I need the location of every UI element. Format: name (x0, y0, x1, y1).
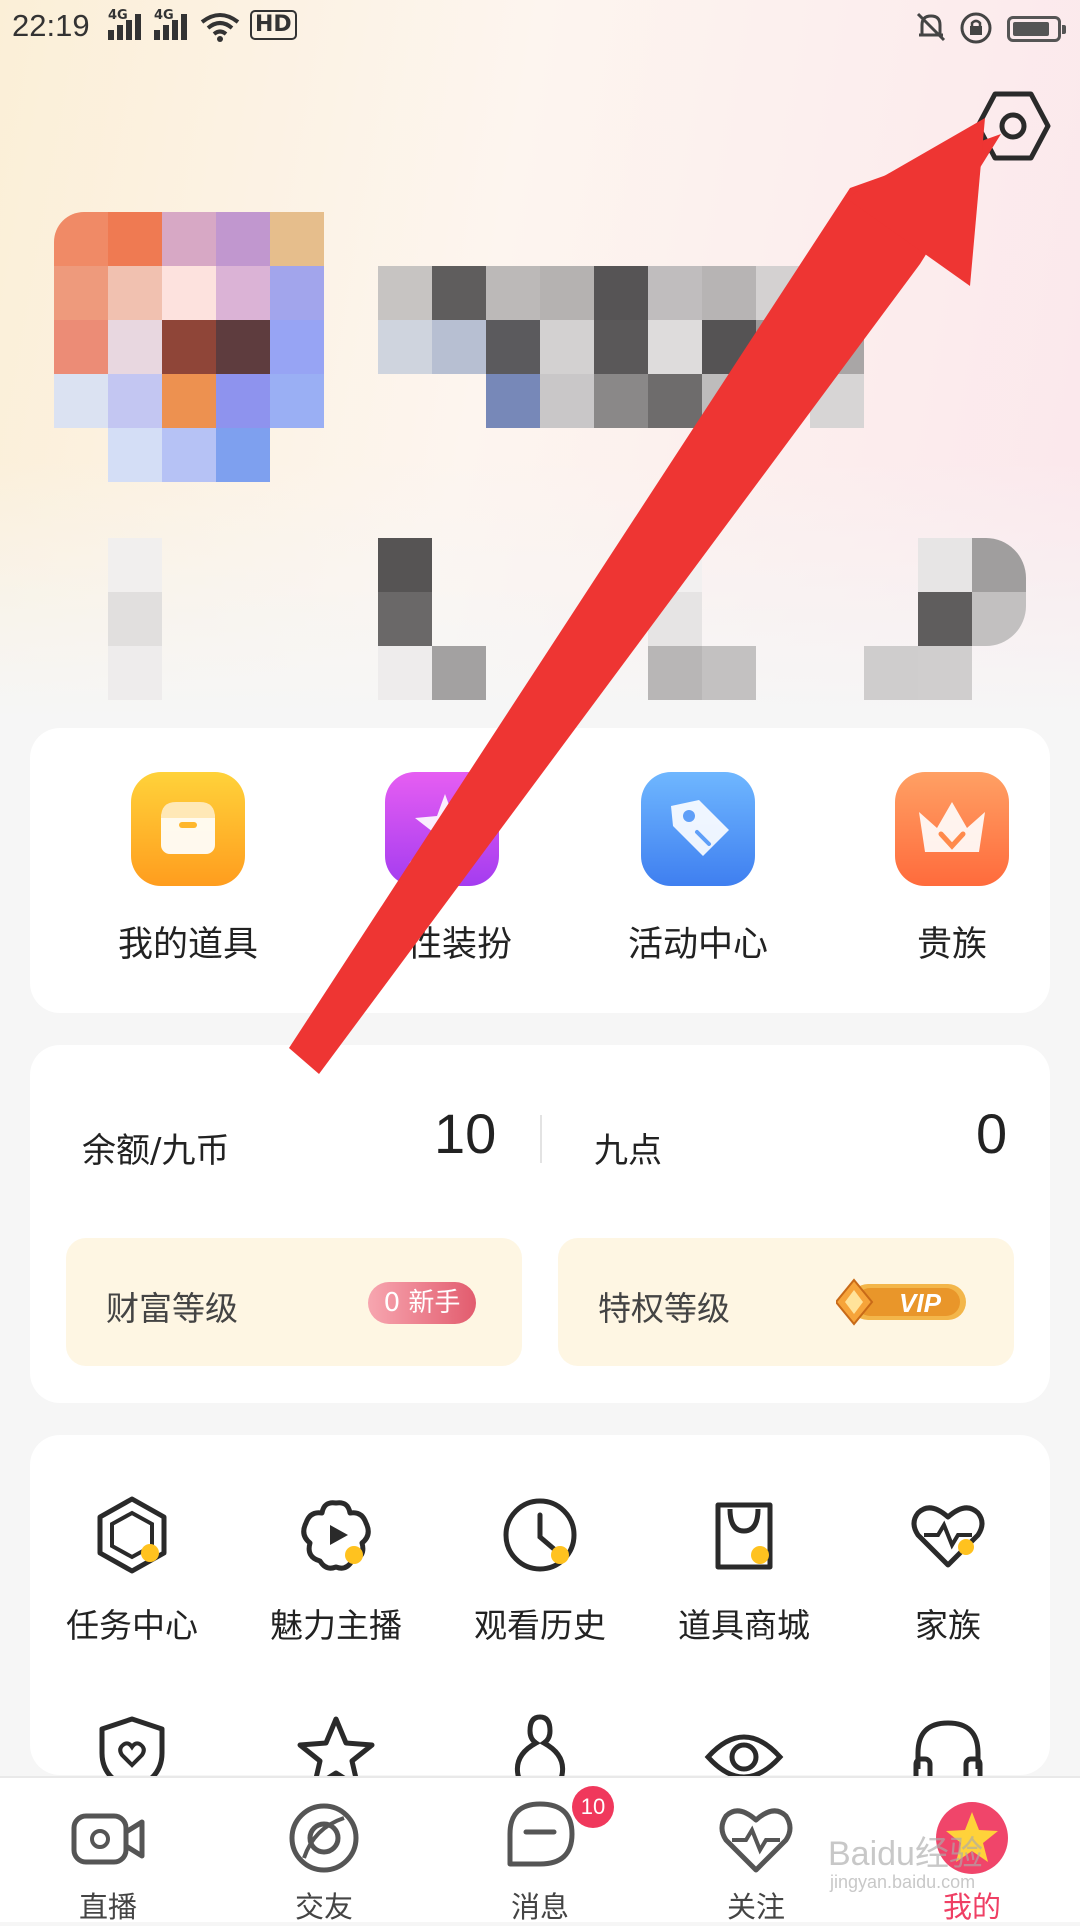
wealth-level-label: 财富等级 (106, 1289, 238, 1328)
clock-icon (500, 1495, 580, 1575)
wealth-level-box[interactable]: 财富等级 0 新手 (66, 1238, 522, 1366)
feature-label: 观看历史 (474, 1606, 606, 1645)
shopping-bag-icon (704, 1495, 784, 1575)
signal-icon: 4G (154, 8, 194, 40)
unread-badge: 10 (572, 1786, 614, 1828)
quick-action-my-props[interactable]: 我的道具 (68, 772, 308, 967)
quick-action-dress-up[interactable]: 个性装扮 (322, 772, 562, 967)
wallet-card: 余额/九币 10 九点 0 财富等级 0 新手 特权等级 VIP (30, 1045, 1050, 1403)
wealth-level-badge: 0 新手 (368, 1282, 476, 1324)
feature-task-center[interactable]: 任务中心 (30, 1495, 234, 1647)
username (378, 266, 918, 430)
tab-friends[interactable]: 交友 (216, 1778, 432, 1924)
profile-stats[interactable] (108, 538, 1028, 700)
wifi-icon (200, 13, 240, 42)
heart-pulse-icon (908, 1495, 988, 1575)
svg-text:VIP: VIP (899, 1288, 942, 1318)
quick-action-label: 我的道具 (117, 925, 258, 965)
crown-icon (895, 772, 1009, 886)
feature-watch-history[interactable]: 观看历史 (438, 1495, 642, 1647)
message-icon (507, 1801, 575, 1867)
feature-family[interactable]: 家族 (846, 1495, 1050, 1647)
task-hexagon-icon (92, 1495, 172, 1575)
feature-props-mall[interactable]: 道具商城 (642, 1495, 846, 1647)
camera-icon (71, 1813, 145, 1865)
baidu-watermark-url: jingyan.baidu.com (830, 1872, 976, 1892)
points-label: 九点 (594, 1131, 662, 1171)
quick-action-nobility[interactable]: 贵族 (832, 772, 1072, 967)
notification-dot (491, 772, 511, 792)
status-bar: 22:19 4G 4G HD (0, 0, 1080, 56)
rotation-lock-icon (960, 12, 992, 44)
avatar[interactable] (54, 212, 324, 482)
hd-icon: HD (250, 10, 297, 40)
signal-icon: 4G (108, 8, 148, 40)
charm-anchor-icon (296, 1495, 376, 1575)
quick-action-activity-center[interactable]: 活动中心 (578, 772, 818, 967)
tab-live[interactable]: 直播 (0, 1778, 216, 1924)
magic-wand-icon (385, 772, 511, 886)
points-value[interactable]: 0 (976, 1101, 1007, 1166)
feature-label: 家族 (915, 1606, 981, 1645)
props-box-icon (131, 772, 245, 886)
quick-actions-card: 我的道具 个性装扮 活动中心 贵族 (30, 728, 1050, 1013)
privilege-level-box[interactable]: 特权等级 VIP (558, 1238, 1014, 1366)
planet-icon (289, 1803, 359, 1873)
status-time: 22:19 (12, 8, 90, 43)
settings-icon[interactable] (975, 88, 1051, 164)
privilege-level-label: 特权等级 (598, 1289, 730, 1328)
feature-label: 道具商城 (678, 1606, 810, 1645)
feature-label: 任务中心 (66, 1606, 198, 1645)
quick-action-label: 贵族 (916, 925, 987, 965)
bell-mute-icon (916, 12, 946, 42)
tab-messages[interactable]: 10 消息 (432, 1778, 648, 1924)
tag-icon (641, 772, 755, 886)
feature-charm-anchor[interactable]: 魅力主播 (234, 1495, 438, 1647)
divider (540, 1115, 542, 1163)
battery-icon (1007, 16, 1066, 42)
baidu-watermark: Baidu经验 (828, 1835, 983, 1873)
quick-action-label: 活动中心 (627, 925, 768, 965)
quick-action-label: 个性装扮 (371, 925, 512, 965)
coin-balance-value[interactable]: 10 (434, 1101, 496, 1166)
heart-pulse-icon (719, 1808, 793, 1873)
feature-label: 魅力主播 (270, 1606, 402, 1645)
coin-balance-label: 余额/九币 (82, 1131, 230, 1171)
vip-badge-icon: VIP (836, 1278, 966, 1326)
features-card: 任务中心 魅力主播 观看历史 道具商城 家族 (30, 1435, 1050, 1794)
